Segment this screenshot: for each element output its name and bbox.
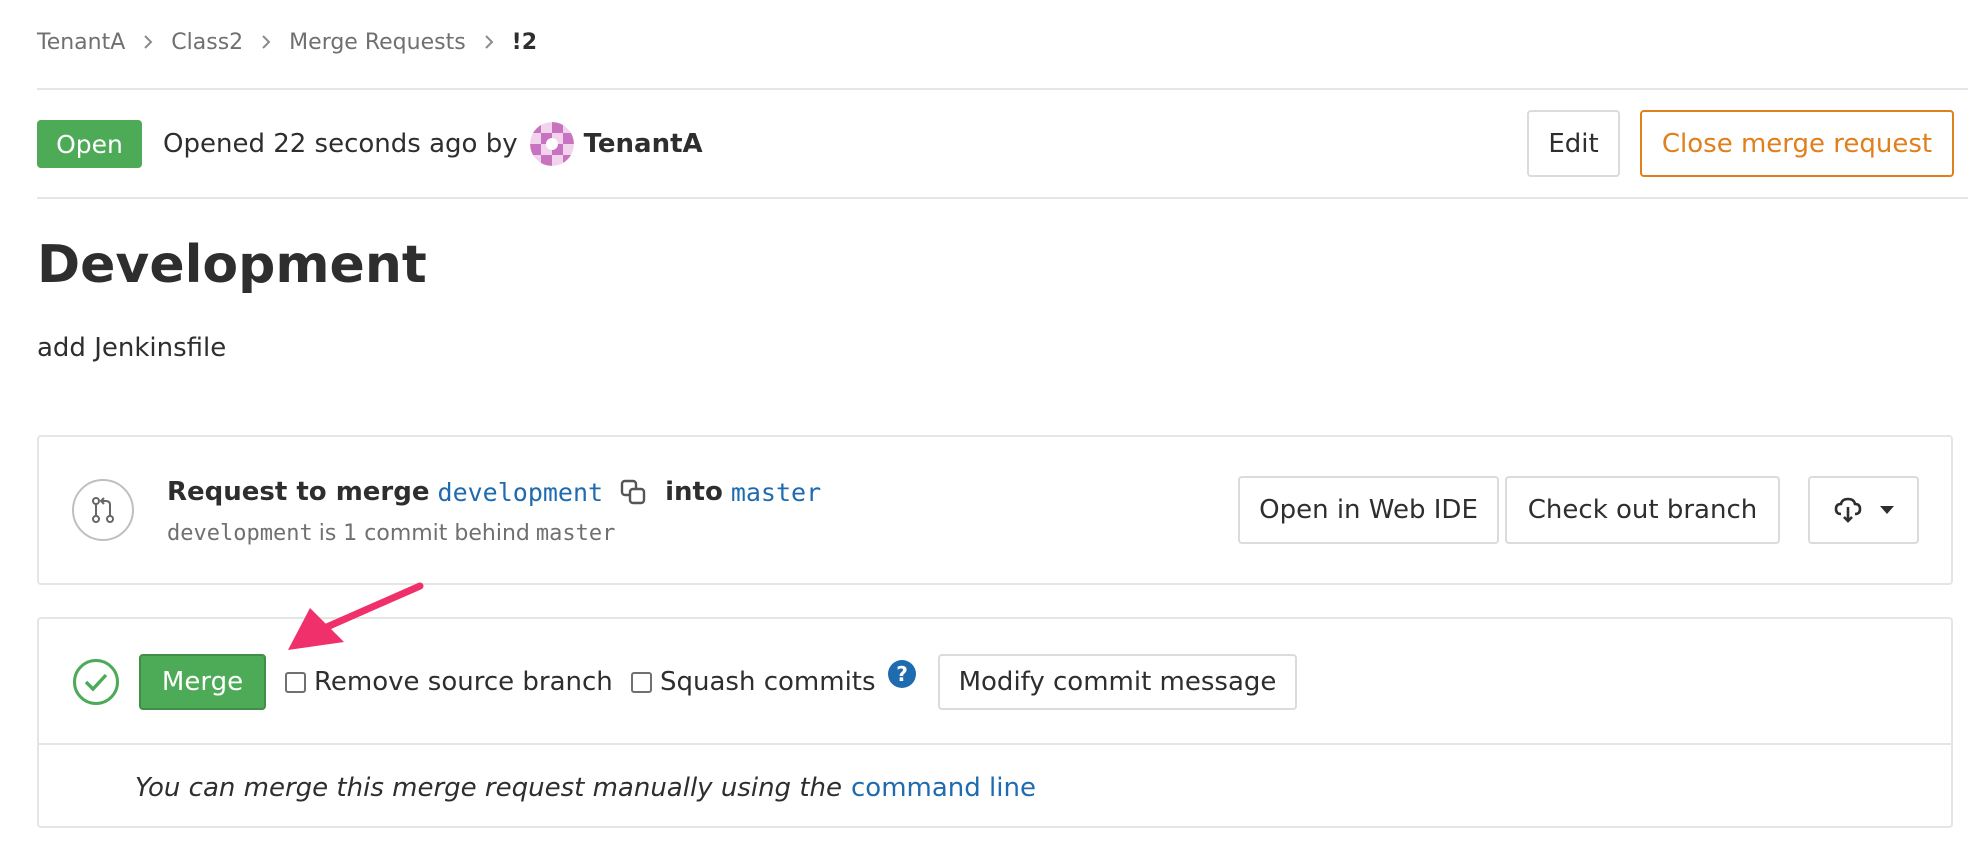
manual-merge-hint: You can merge this merge request manuall…: [135, 768, 1036, 808]
opened-text: Opened 22 seconds ago by: [163, 129, 518, 159]
breadcrumb-item-class[interactable]: Class2: [171, 30, 243, 55]
into-label: into: [665, 477, 723, 507]
request-label: Request to merge: [167, 477, 430, 507]
mr-description: add Jenkinsfile: [37, 333, 227, 363]
close-merge-request-button[interactable]: Close merge request: [1640, 110, 1954, 177]
behind-status: development is 1 commit behind master: [167, 516, 615, 550]
annotation-arrow: [288, 582, 424, 650]
squash-commits-option[interactable]: Squash commits: [631, 662, 876, 702]
modify-commit-message-button[interactable]: Modify commit message: [938, 654, 1297, 710]
manual-merge-text: You can merge this merge request manuall…: [135, 773, 842, 803]
command-line-link[interactable]: command line: [851, 773, 1036, 803]
status-badge: Open: [37, 120, 142, 168]
copy-icon[interactable]: [619, 478, 647, 506]
divider: [37, 197, 1968, 199]
divider: [37, 88, 1968, 90]
divider: [39, 743, 1951, 745]
chevron-right-icon: [261, 35, 271, 49]
remove-source-branch-checkbox[interactable]: [285, 671, 306, 693]
page-title: Development: [37, 235, 427, 295]
breadcrumb-item-merge-requests[interactable]: Merge Requests: [289, 30, 466, 55]
request-to-merge-line: Request to merge development into master: [167, 472, 831, 512]
behind-source-branch: development: [167, 520, 313, 546]
open-web-ide-button[interactable]: Open in Web IDE: [1238, 476, 1499, 544]
download-icon: [1833, 495, 1863, 525]
download-dropdown-button[interactable]: [1808, 476, 1919, 544]
question-icon[interactable]: ?: [888, 660, 916, 688]
breadcrumb: TenantA Class2 Merge Requests !2: [37, 24, 537, 60]
target-branch-link[interactable]: master: [731, 478, 821, 507]
chevron-right-icon: [143, 35, 153, 49]
chevron-right-icon: [484, 35, 494, 49]
avatar[interactable]: [529, 122, 574, 166]
opened-info: Opened 22 seconds ago by TenantA: [163, 120, 703, 168]
behind-text: is 1 commit behind: [318, 520, 530, 546]
author-name[interactable]: TenantA: [584, 129, 703, 159]
caret-down-icon: [1879, 505, 1895, 515]
squash-commits-label: Squash commits: [660, 667, 876, 697]
squash-commits-checkbox[interactable]: [631, 671, 652, 693]
remove-source-branch-label: Remove source branch: [314, 667, 613, 697]
behind-target-branch: master: [535, 520, 616, 546]
breadcrumb-item-tenant[interactable]: TenantA: [37, 30, 125, 55]
merge-button[interactable]: Merge: [139, 654, 266, 710]
remove-source-branch-option[interactable]: Remove source branch: [285, 662, 613, 702]
edit-button[interactable]: Edit: [1527, 110, 1620, 177]
merge-request-icon: [72, 479, 134, 541]
breadcrumb-current[interactable]: !2: [512, 30, 537, 55]
source-branch-link[interactable]: development: [438, 478, 604, 507]
check-circle-icon: [72, 658, 120, 710]
check-out-branch-button[interactable]: Check out branch: [1505, 476, 1780, 544]
